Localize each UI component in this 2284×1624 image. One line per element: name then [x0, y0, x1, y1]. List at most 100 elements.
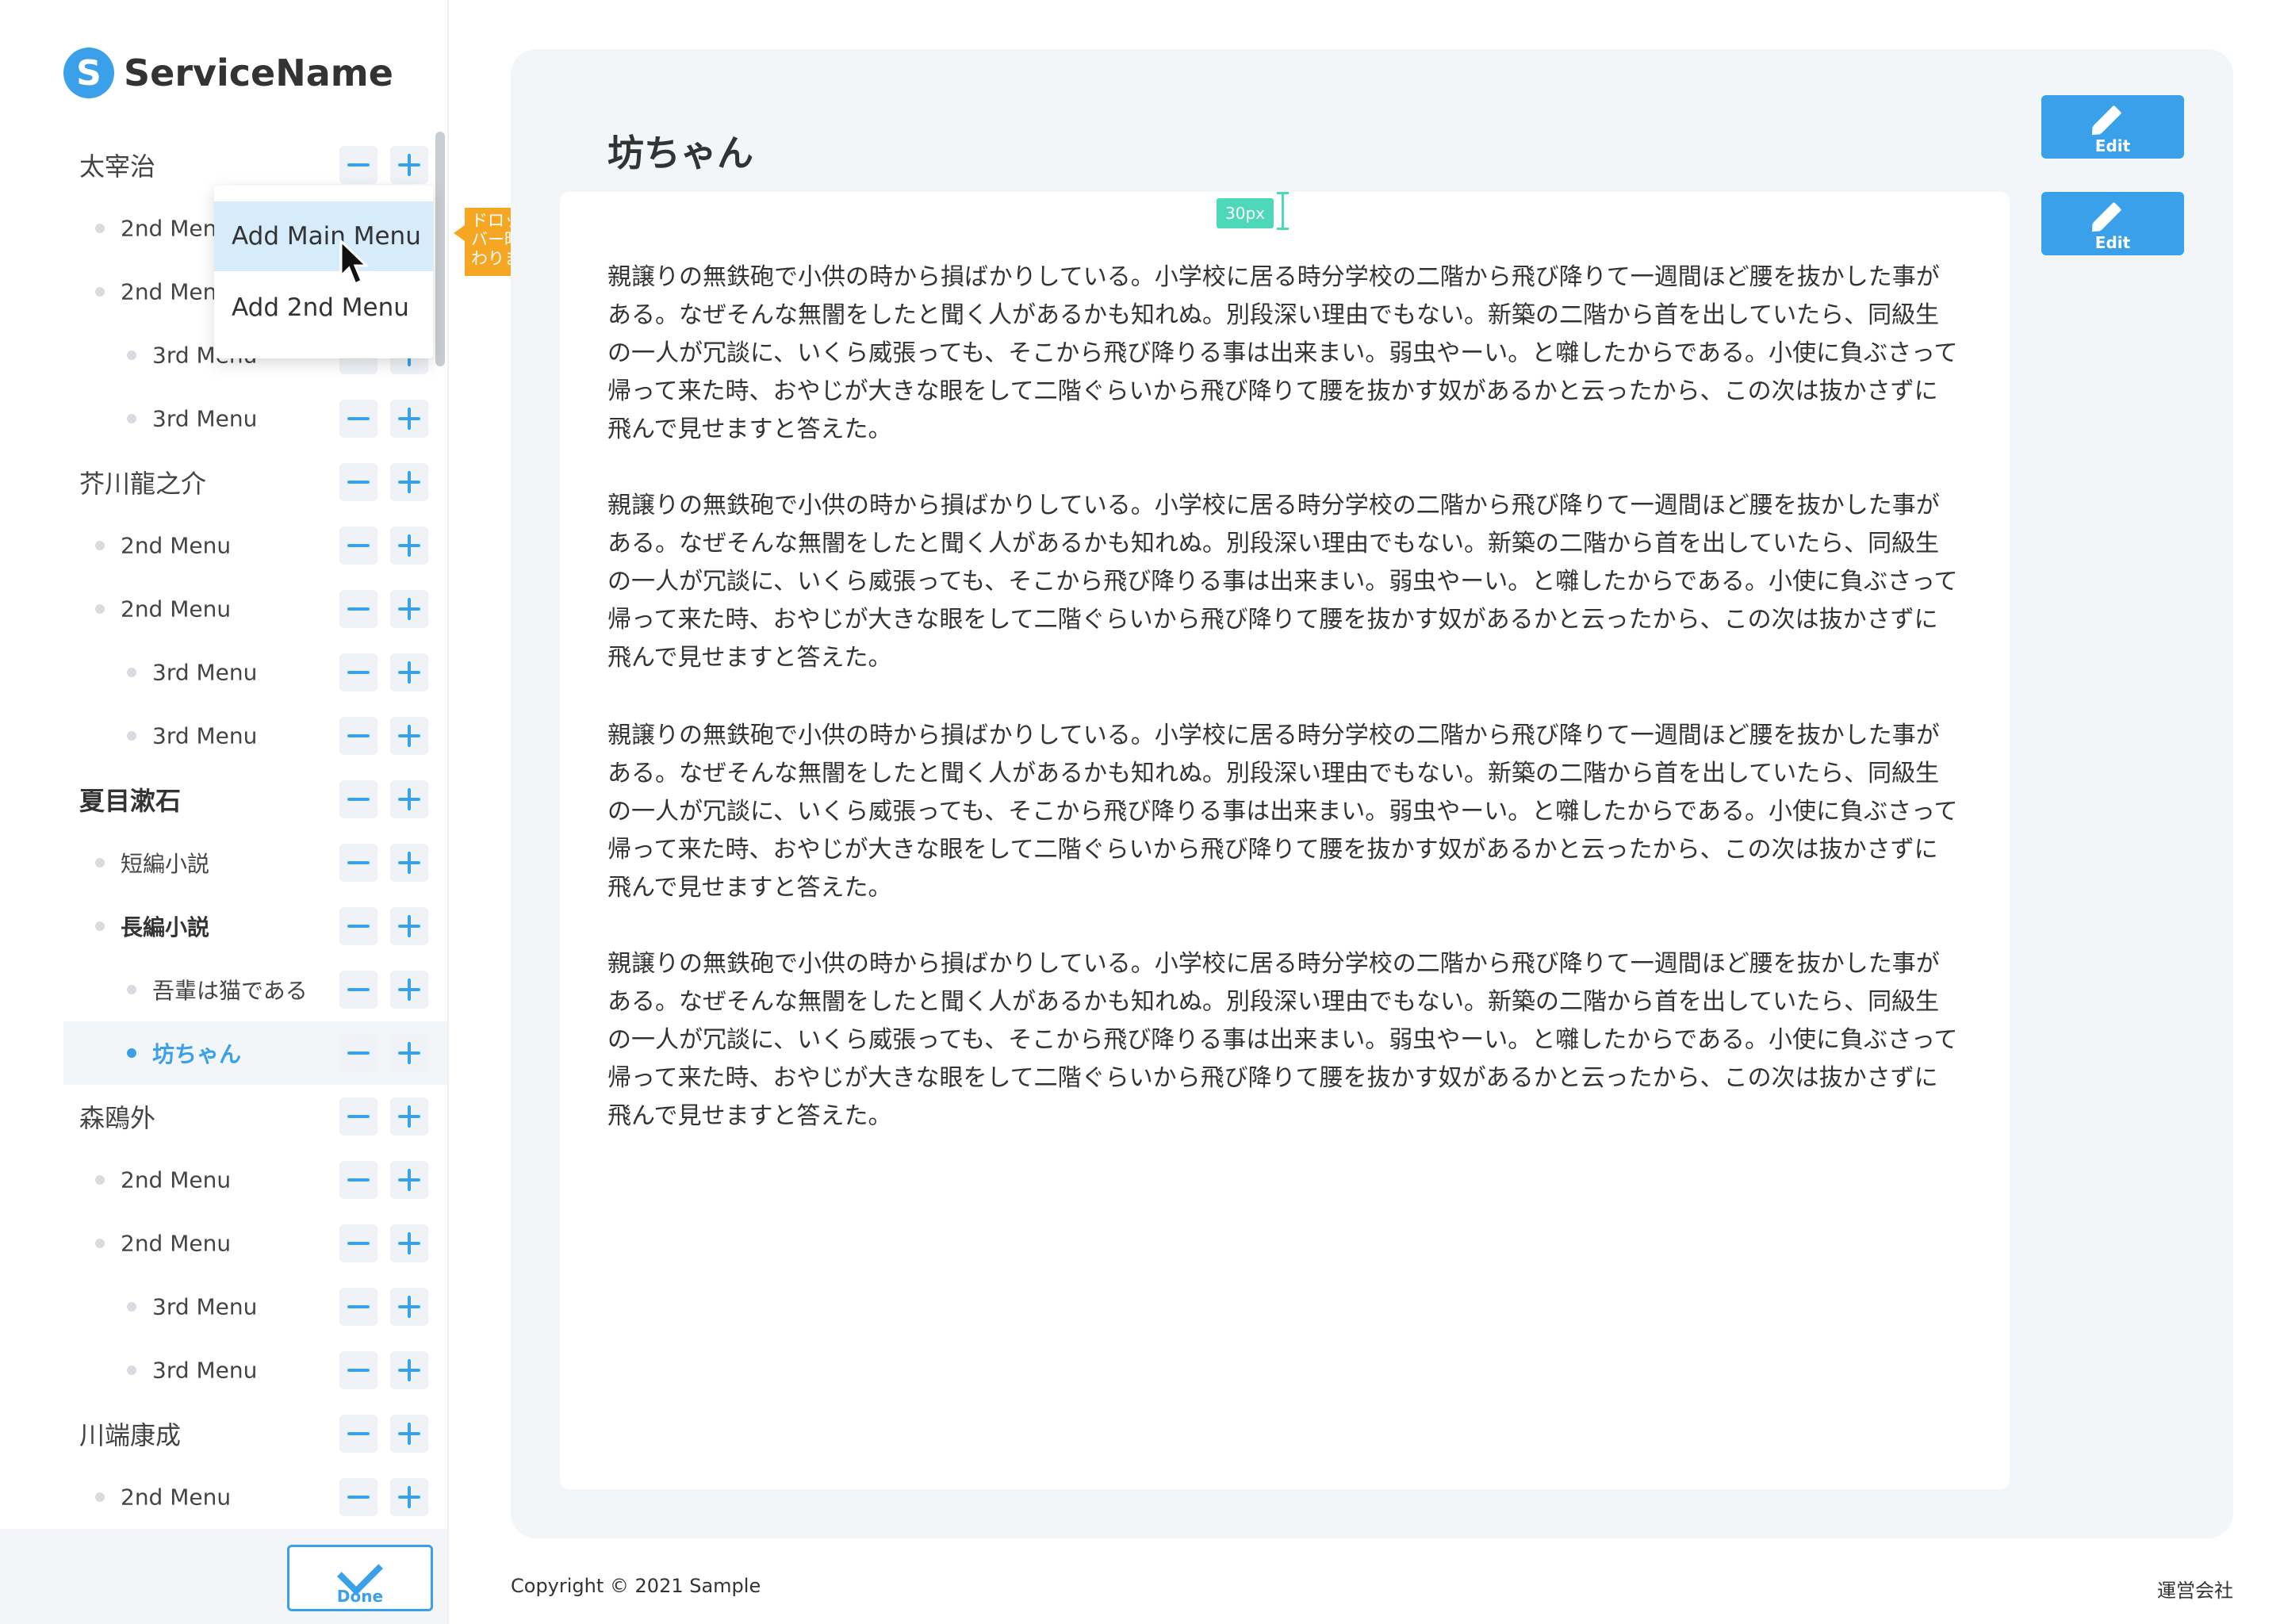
brand[interactable]: S ServiceName: [63, 48, 393, 98]
menu-item-3rd[interactable]: 3rd Menu: [0, 641, 447, 704]
menu-item-label: 短編小説: [121, 851, 210, 877]
add-menu-button[interactable]: [390, 1478, 428, 1516]
menu-item-2nd[interactable]: 2nd Menu: [0, 1212, 447, 1275]
content-paragraph: 親譲りの無鉄砲で小供の時から損ばかりしている。小学校に居る時分学校の二階から飛び…: [607, 950, 1958, 1130]
add-2nd-menu-option[interactable]: Add 2nd Menu: [214, 273, 433, 343]
menu-item-label: 太宰治: [79, 151, 156, 182]
add-menu-button[interactable]: [390, 1097, 428, 1136]
remove-menu-button[interactable]: [339, 1478, 377, 1516]
menu-item-label: 夏目漱石: [79, 786, 182, 816]
menu-item-3rd[interactable]: 3rd Menu: [0, 1339, 447, 1402]
add-menu-button[interactable]: [390, 907, 428, 945]
menu-item-2nd[interactable]: 2nd Menu: [0, 514, 447, 577]
menu-item-label: 森鴎外: [79, 1103, 156, 1133]
add-menu-button[interactable]: [390, 400, 428, 438]
bullet-icon: [95, 921, 105, 931]
spacing-annotation: 30px: [1217, 198, 1274, 228]
add-menu-button[interactable]: [390, 844, 428, 882]
add-menu-button[interactable]: [390, 590, 428, 628]
menu-item-novels[interactable]: 長編小説: [0, 894, 447, 958]
page-title: 坊ちゃん: [607, 131, 753, 174]
menu-item-3rd[interactable]: 3rd Menu: [0, 387, 447, 450]
bullet-icon: [95, 287, 105, 297]
add-menu-button[interactable]: [390, 653, 428, 691]
add-menu-button[interactable]: [390, 971, 428, 1009]
bullet-icon: [127, 350, 136, 360]
remove-menu-button[interactable]: [339, 1351, 377, 1389]
menu-item-akutagawa[interactable]: 芥川龍之介: [0, 450, 447, 514]
add-menu-button[interactable]: [390, 1351, 428, 1389]
remove-menu-button[interactable]: [339, 1161, 377, 1199]
bullet-icon: [127, 414, 136, 423]
bullet-icon: [95, 1239, 105, 1248]
add-menu-button[interactable]: [390, 146, 428, 184]
bullet-icon: [95, 541, 105, 550]
menu-item-label: 坊ちゃん: [152, 1041, 242, 1067]
remove-menu-button[interactable]: [339, 653, 377, 691]
add-main-menu-option[interactable]: Add Main Menu: [214, 201, 433, 271]
menu-item-mori[interactable]: 森鴎外: [0, 1085, 447, 1148]
menu-item-label: 3rd Menu: [152, 405, 258, 432]
bullet-icon: [95, 1492, 105, 1502]
remove-menu-button[interactable]: [339, 590, 377, 628]
menu-item-3rd[interactable]: 3rd Menu: [0, 1275, 447, 1339]
add-menu-button[interactable]: [390, 1224, 428, 1262]
edit-label: Edit: [2094, 136, 2131, 155]
remove-menu-button[interactable]: [339, 400, 377, 438]
add-menu-button[interactable]: [390, 1034, 428, 1072]
remove-menu-button[interactable]: [339, 1224, 377, 1262]
content-paragraph: 親譲りの無鉄砲で小供の時から損ばかりしている。小学校に居る時分学校の二階から飛び…: [607, 492, 1958, 672]
add-menu-button[interactable]: [390, 463, 428, 501]
menu-item-label: 2nd Menu: [121, 596, 232, 622]
add-menu-button[interactable]: [390, 527, 428, 565]
remove-menu-button[interactable]: [339, 1034, 377, 1072]
mouse-cursor-icon: [339, 239, 370, 286]
remove-menu-button[interactable]: [339, 527, 377, 565]
app: S ServiceName 太宰治 2nd Menu 2nd Menu 3rd …: [0, 0, 2284, 1624]
menu-item-2nd[interactable]: 2nd Menu: [0, 1148, 447, 1212]
done-label: Done: [336, 1587, 384, 1606]
done-button[interactable]: Done: [287, 1545, 433, 1611]
menu-item-short-stories[interactable]: 短編小説: [0, 831, 447, 894]
remove-menu-button[interactable]: [339, 971, 377, 1009]
add-menu-button[interactable]: [390, 1161, 428, 1199]
remove-menu-button[interactable]: [339, 907, 377, 945]
menu-item-label: 2nd Menu: [121, 1484, 232, 1511]
menu-item-3rd[interactable]: 3rd Menu: [0, 704, 447, 768]
copyright: Copyright © 2021 Sample: [511, 1575, 761, 1597]
remove-menu-button[interactable]: [339, 463, 377, 501]
bullet-icon: [127, 1048, 136, 1058]
menu-item-2nd[interactable]: 2nd Menu: [0, 577, 447, 641]
menu-item-wagahai[interactable]: 吾輩は猫である: [0, 958, 447, 1021]
content-paragraph: 親譲りの無鉄砲で小供の時から損ばかりしている。小学校に居る時分学校の二階から飛び…: [607, 263, 1958, 443]
menu-item-botchan-active[interactable]: 坊ちゃん: [63, 1021, 447, 1085]
bullet-icon: [127, 731, 136, 741]
menu-item-natsume[interactable]: 夏目漱石: [0, 768, 447, 831]
bullet-icon: [127, 668, 136, 677]
add-menu-button[interactable]: [390, 717, 428, 755]
remove-menu-button[interactable]: [339, 1415, 377, 1453]
company-link[interactable]: 運営会社: [2157, 1575, 2233, 1603]
menu-item-label: 芥川龍之介: [79, 469, 207, 499]
edit-title-button[interactable]: Edit: [2041, 95, 2184, 159]
menu-item-label: 3rd Menu: [152, 722, 258, 749]
logo-icon: S: [63, 48, 114, 98]
menu-item-label: 3rd Menu: [152, 1293, 258, 1320]
remove-menu-button[interactable]: [339, 1097, 377, 1136]
remove-menu-button[interactable]: [339, 844, 377, 882]
remove-menu-button[interactable]: [339, 1288, 377, 1326]
menu-item-label: 3rd Menu: [152, 659, 258, 686]
remove-menu-button[interactable]: [339, 717, 377, 755]
remove-menu-button[interactable]: [339, 146, 377, 184]
edit-content-button[interactable]: Edit: [2041, 192, 2184, 255]
add-menu-button[interactable]: [390, 780, 428, 818]
remove-menu-button[interactable]: [339, 780, 377, 818]
add-menu-dropdown: Add Main Menu Add 2nd Menu: [214, 186, 433, 358]
add-menu-button[interactable]: [390, 1415, 428, 1453]
add-menu-button[interactable]: [390, 1288, 428, 1326]
menu-item-kawabata[interactable]: 川端康成: [0, 1402, 447, 1465]
bullet-icon: [95, 604, 105, 614]
menu-item-label: 2nd Menu: [121, 1230, 232, 1257]
menu-item-2nd[interactable]: 2nd Menu: [0, 1465, 447, 1529]
sidebar-scrollbar[interactable]: [435, 132, 445, 366]
